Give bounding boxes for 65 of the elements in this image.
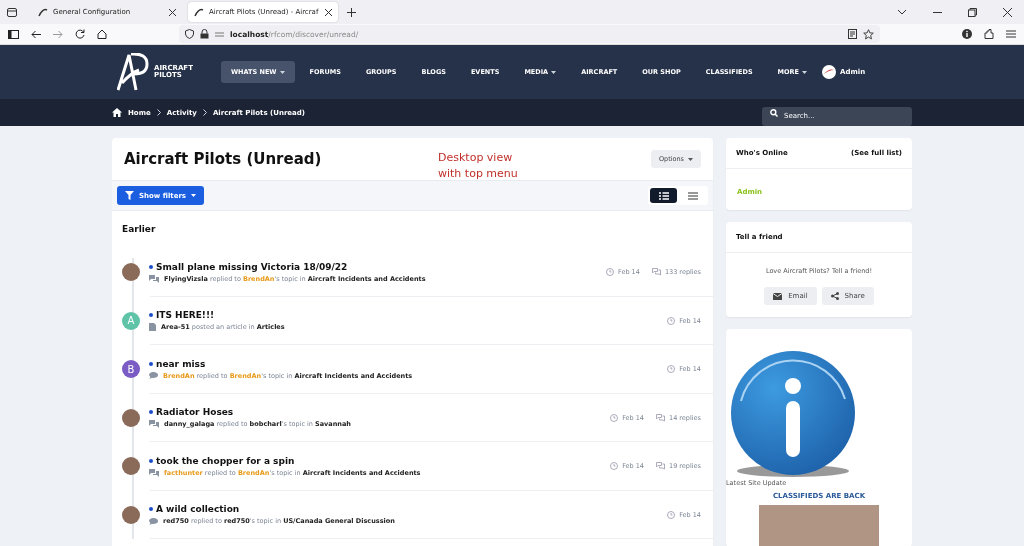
menu-icon[interactable] bbox=[1006, 30, 1016, 38]
annotation-text: Desktop view with top menu bbox=[438, 150, 518, 182]
chevron-down-icon[interactable] bbox=[897, 9, 907, 15]
home-icon bbox=[112, 108, 122, 117]
site-favicon-icon bbox=[194, 7, 204, 17]
section-heading: Earlier bbox=[121, 223, 157, 236]
caret-icon bbox=[191, 194, 197, 197]
topic-title-link[interactable]: Small plane missing Victoria 18/09/22 bbox=[156, 261, 348, 272]
sidebar-icon[interactable] bbox=[8, 29, 19, 39]
detailed-list-icon bbox=[658, 191, 669, 200]
search-icon bbox=[770, 108, 778, 117]
avatar-photo-placeholder[interactable] bbox=[122, 505, 140, 524]
tab-overview-icon[interactable] bbox=[6, 6, 18, 18]
clock-icon bbox=[610, 413, 619, 422]
comments-icon bbox=[149, 274, 159, 283]
close-icon[interactable] bbox=[325, 8, 332, 16]
clock-icon bbox=[606, 268, 614, 277]
comments-icon bbox=[149, 468, 159, 477]
comments-icon bbox=[149, 420, 159, 429]
topic-title-link[interactable]: near miss bbox=[156, 358, 206, 369]
topic-title-link[interactable]: Radiator Hoses bbox=[156, 407, 234, 418]
topic-title-link[interactable]: took the chopper for a spin bbox=[156, 455, 295, 466]
avatar-photo-placeholder[interactable] bbox=[122, 263, 140, 282]
clock-icon bbox=[610, 462, 619, 471]
expanded-view-button[interactable] bbox=[650, 188, 677, 203]
caret-icon bbox=[688, 157, 693, 161]
clock-icon bbox=[667, 510, 676, 519]
extensions-icon[interactable] bbox=[984, 29, 994, 39]
reader-view-icon[interactable] bbox=[848, 29, 857, 39]
forward-icon[interactable] bbox=[53, 29, 63, 39]
logo-mark-icon bbox=[117, 53, 151, 91]
info-icon[interactable] bbox=[962, 29, 972, 39]
chevron-right-icon bbox=[202, 109, 207, 116]
site-favicon-icon bbox=[38, 7, 48, 17]
shield-icon bbox=[185, 29, 194, 39]
envelope-icon bbox=[773, 292, 783, 300]
star-icon[interactable] bbox=[863, 28, 874, 40]
comments-icon bbox=[656, 413, 665, 422]
close-icon[interactable] bbox=[169, 8, 176, 16]
home-icon[interactable] bbox=[97, 29, 107, 39]
avatar-photo-placeholder[interactable] bbox=[122, 457, 140, 476]
user-avatar-icon bbox=[822, 65, 837, 79]
letter-avatar[interactable]: B bbox=[122, 360, 140, 379]
list-icon bbox=[687, 191, 698, 200]
comments-icon bbox=[651, 268, 661, 277]
lock-icon bbox=[200, 29, 209, 39]
permissions-icon bbox=[215, 30, 224, 38]
filter-icon bbox=[125, 191, 134, 200]
minimize-icon[interactable] bbox=[933, 11, 942, 13]
chevron-right-icon bbox=[156, 109, 161, 116]
clock-icon bbox=[667, 365, 676, 374]
avatar-photo-placeholder[interactable] bbox=[122, 408, 140, 427]
comment-icon bbox=[149, 517, 158, 525]
topic-title-link[interactable]: A wild collection bbox=[156, 504, 240, 515]
restore-icon[interactable] bbox=[968, 7, 977, 17]
reload-icon[interactable] bbox=[75, 29, 85, 39]
document-icon bbox=[149, 323, 156, 332]
comments-icon bbox=[656, 462, 665, 471]
back-icon[interactable] bbox=[31, 29, 41, 39]
comment-icon bbox=[149, 372, 158, 380]
page-title: Aircraft Pilots (Unread) bbox=[124, 150, 322, 168]
close-icon[interactable] bbox=[1003, 7, 1012, 17]
clock-icon bbox=[667, 316, 676, 325]
share-icon bbox=[830, 292, 839, 300]
topic-title-link[interactable]: ITS HERE!!! bbox=[156, 310, 215, 321]
